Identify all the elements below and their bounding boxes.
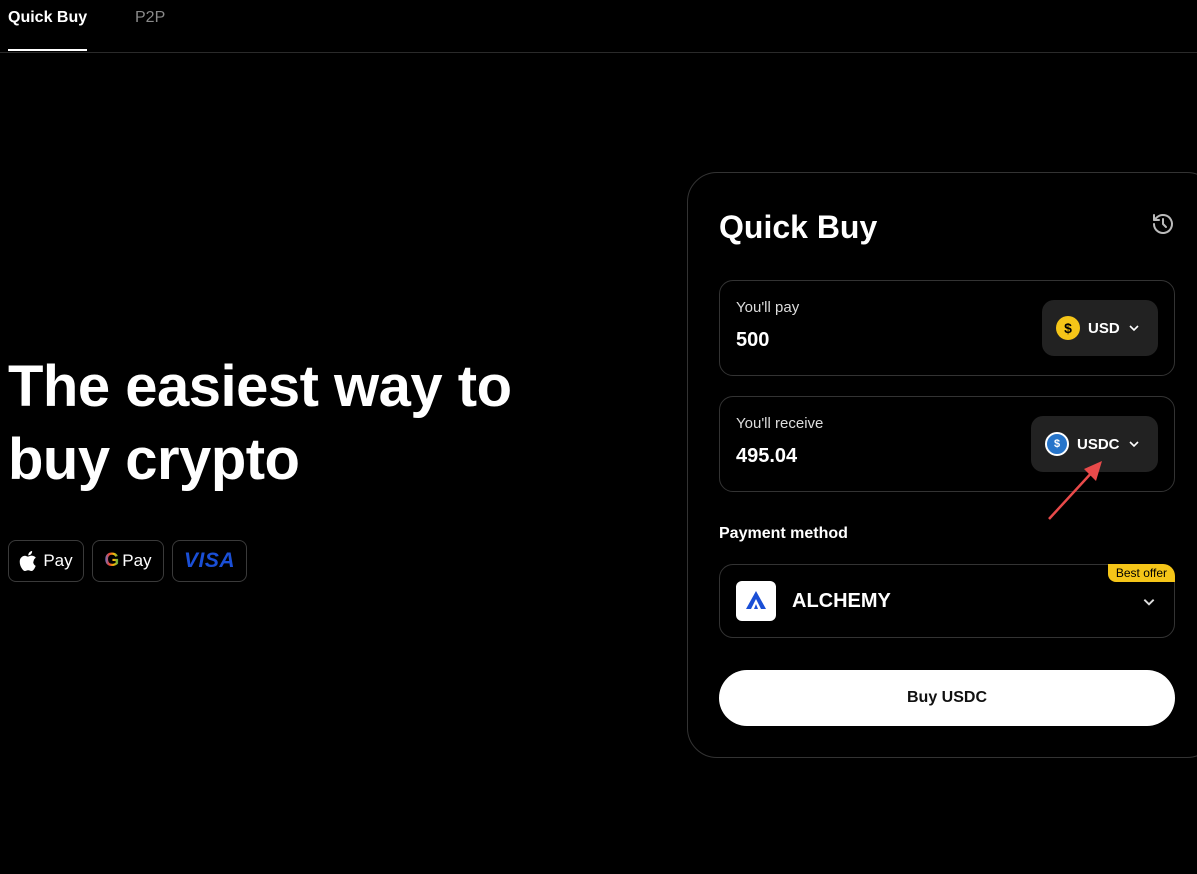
google-pay-label: Pay [122, 551, 152, 570]
google-pay-badge: G Pay [92, 540, 164, 582]
visa-badge: VISA [172, 540, 247, 582]
receive-amount-input[interactable] [736, 445, 936, 468]
google-g-icon: G [104, 550, 120, 571]
pay-currency-selector[interactable]: $ USD [1042, 300, 1158, 356]
pay-amount-input[interactable] [736, 329, 936, 352]
payment-badges: Pay G Pay VISA [8, 540, 247, 582]
usdc-coin-icon: $ [1045, 432, 1069, 456]
hero-line-2: buy crypto [8, 427, 300, 492]
pay-label: You'll pay [736, 299, 800, 316]
active-tab-indicator [8, 49, 87, 51]
best-offer-badge: Best offer [1107, 564, 1175, 582]
chevron-down-icon [1128, 441, 1139, 448]
apple-icon [20, 551, 37, 571]
payment-provider-name: ALCHEMY [792, 590, 891, 612]
top-tabs: Quick Buy P2P [0, 0, 1197, 53]
receive-currency-label: USDC [1077, 435, 1120, 453]
buy-button[interactable]: Buy USDC [719, 670, 1175, 726]
hero-line-1: The easiest way to [8, 354, 512, 419]
apple-pay-badge: Pay [8, 540, 84, 582]
payment-method-selector[interactable]: ALCHEMY Best offer [719, 564, 1175, 638]
tab-quick-buy[interactable]: Quick Buy [8, 9, 87, 27]
payment-method-label: Payment method [719, 525, 848, 542]
hero-heading: The easiest way to buy crypto [8, 350, 512, 496]
history-icon[interactable] [1151, 212, 1175, 236]
pay-currency-label: USD [1088, 319, 1120, 337]
alchemy-logo [736, 581, 776, 621]
apple-pay-label: Pay [43, 551, 73, 570]
chevron-down-icon [1143, 599, 1155, 606]
pay-box: You'll pay $ USD [719, 280, 1175, 376]
usd-coin-icon: $ [1056, 316, 1080, 340]
chevron-down-icon [1129, 325, 1139, 332]
card-title: Quick Buy [719, 209, 878, 245]
receive-label: You'll receive [736, 415, 824, 432]
annotation-arrow-icon [1048, 461, 1102, 520]
tab-p2p[interactable]: P2P [135, 9, 165, 27]
quick-buy-card: Quick Buy You'll pay $ USD You'll receiv… [687, 172, 1197, 758]
